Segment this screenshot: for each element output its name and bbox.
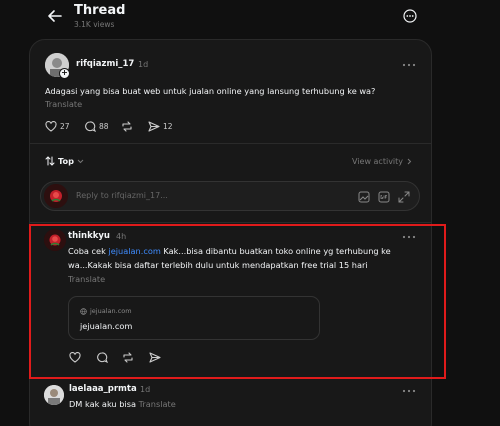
- more-dots-icon[interactable]: [400, 384, 418, 398]
- heart-icon: [45, 121, 57, 132]
- divider: [30, 143, 431, 144]
- avatar: [44, 184, 68, 208]
- repost-button[interactable]: [121, 121, 133, 132]
- sort-label: Top: [58, 156, 74, 166]
- like-count: 27: [60, 122, 70, 131]
- post-text: Adagasi yang bisa buat web untuk jualan …: [45, 85, 390, 111]
- comment-icon: [84, 121, 96, 132]
- view-count: 3.1K views: [74, 20, 115, 29]
- post-timestamp: 1d: [138, 60, 149, 69]
- gif-icon[interactable]: [377, 190, 391, 204]
- reply-text: DM kak aku bisa Translate: [69, 399, 176, 409]
- share-count: 12: [163, 122, 173, 131]
- sort-dropdown[interactable]: Top: [45, 156, 84, 166]
- view-activity-label: View activity: [352, 157, 404, 166]
- highlight-box: [29, 224, 446, 379]
- follow-plus-icon[interactable]: +: [59, 68, 70, 79]
- comment-button[interactable]: 88: [84, 121, 109, 132]
- divider: [30, 222, 431, 223]
- post-body: Adagasi yang bisa buat web untuk jualan …: [45, 86, 376, 96]
- reply-placeholder: Reply to rifqiazmi_17...: [76, 191, 168, 200]
- avatar[interactable]: [44, 385, 64, 405]
- comment-count: 88: [99, 122, 109, 131]
- send-icon: [148, 121, 160, 132]
- more-options-circle-icon[interactable]: [400, 6, 420, 26]
- reply-timestamp: 1d: [140, 385, 151, 394]
- reply-username[interactable]: laelaaa_prmta: [69, 384, 137, 394]
- like-button[interactable]: 27: [45, 121, 70, 132]
- expand-icon[interactable]: [397, 190, 411, 204]
- sort-arrows-icon: [45, 156, 55, 166]
- repost-icon: [121, 121, 133, 132]
- translate-link[interactable]: Translate: [139, 399, 176, 409]
- chevron-right-icon: [407, 158, 412, 165]
- back-arrow-icon[interactable]: [44, 5, 66, 27]
- translate-link[interactable]: Translate: [45, 99, 82, 109]
- reply-body: DM kak aku bisa: [69, 399, 136, 409]
- view-activity-link[interactable]: View activity: [352, 157, 412, 166]
- post-username[interactable]: rifqiazmi_17: [76, 59, 134, 69]
- image-icon[interactable]: [357, 190, 371, 204]
- page-title: Thread: [74, 3, 126, 18]
- chevron-down-icon: [77, 159, 84, 164]
- more-dots-icon[interactable]: [400, 58, 418, 72]
- share-button[interactable]: 12: [148, 121, 173, 132]
